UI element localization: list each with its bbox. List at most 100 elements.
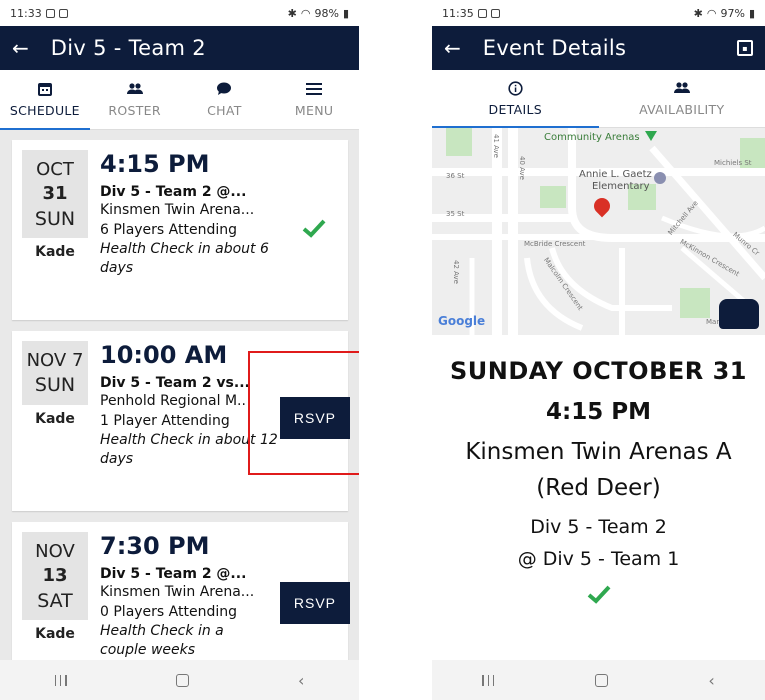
wifi-icon: ◠ (300, 6, 311, 20)
calendar-add-icon[interactable]: ▪ (737, 40, 753, 56)
map-label-school-1: Annie L. Gaetz (579, 169, 652, 180)
detail-venue: Kinsmen Twin Arenas A (Red Deer) (432, 435, 765, 506)
notification-icon (477, 8, 487, 18)
app-bar: ← Event Details ▪ (432, 26, 765, 70)
event-title: Div 5 - Team 2 @... (100, 565, 247, 582)
tab-roster-label: ROSTER (108, 103, 161, 118)
screen-title: Event Details (482, 36, 627, 60)
map-label-street: 40 Ave (517, 156, 526, 180)
event-assignee: Kade (35, 244, 75, 261)
event-month: NOV 7 (26, 350, 84, 371)
notification-icon (45, 8, 55, 18)
tab-details[interactable]: DETAILS (432, 70, 599, 128)
detail-tabs: DETAILS AVAILABILITY (432, 70, 765, 128)
event-month: NOV (35, 541, 75, 562)
map-label-street: McBride Crescent (524, 240, 586, 248)
event-month: OCT (36, 159, 74, 180)
event-card[interactable]: NOV 13 SAT Kade 7:30 PM Div 5 - Team 2 @… (12, 522, 350, 676)
map-place-marker-icon (645, 131, 657, 141)
notification-icon (58, 8, 68, 18)
event-weekday: SUN (34, 374, 76, 397)
map-label-street: 41 Ave (491, 134, 500, 158)
event-day: 13 (42, 565, 68, 587)
team-title: Div 5 - Team 2 (50, 36, 206, 60)
check-icon (587, 585, 610, 605)
map-label-street: Michiels St (714, 159, 752, 167)
attending-check-icon (302, 219, 326, 238)
tab-menu-label: MENU (294, 103, 334, 118)
directions-car-icon[interactable] (719, 299, 759, 329)
notification-icon (490, 8, 500, 18)
hamburger-menu-icon (306, 81, 323, 97)
map-label-street: 36 St (446, 172, 465, 180)
battery-icon: ▮ (342, 6, 349, 20)
battery-level: 97% (720, 6, 745, 20)
back-arrow-icon[interactable]: ← (12, 38, 29, 58)
detail-time: 4:15 PM (546, 399, 651, 425)
bluetooth-icon: ✱ (287, 6, 297, 20)
home-icon[interactable] (175, 673, 189, 687)
status-bar: 11:33 ✱ ◠ 98% ▮ (0, 0, 359, 26)
detail-home-team: Div 5 - Team 2 (530, 516, 667, 539)
battery-level: 98% (314, 6, 339, 20)
people-icon (126, 81, 144, 97)
event-health-check: Health Check in a couple weeks (100, 623, 224, 658)
people-icon (673, 80, 691, 96)
status-bar: 11:35 ✱ ◠ 97% ▮ (432, 0, 765, 26)
recent-apps-icon[interactable] (482, 674, 495, 686)
back-chevron-icon[interactable]: ‹ (298, 671, 304, 690)
home-icon[interactable] (594, 673, 608, 687)
chat-bubble-icon (216, 81, 232, 97)
app-bar: ← Div 5 - Team 2 (0, 26, 359, 70)
tab-availability[interactable]: AVAILABILITY (599, 70, 765, 127)
tab-schedule-label: SCHEDULE (9, 103, 80, 118)
event-card[interactable]: NOV 7 SUN Kade 10:00 AM Div 5 - Team 2 v… (12, 331, 350, 511)
event-assignee: Kade (35, 626, 75, 643)
wifi-icon: ◠ (706, 6, 717, 20)
event-details-screen: 11:35 ✱ ◠ 97% ▮ ← Event Details ▪ DETAIL… (432, 0, 765, 700)
event-venue: Penhold Regional M... (100, 392, 245, 409)
tab-menu[interactable]: MENU (269, 70, 359, 129)
info-icon (508, 80, 523, 96)
event-date: OCT 31 SUN Kade (22, 150, 88, 310)
tab-chat-label: CHAT (207, 103, 242, 118)
event-card[interactable]: OCT 31 SUN Kade 4:15 PM Div 5 - Team 2 @… (12, 140, 348, 320)
event-health-check: Health Check in about 6 days (100, 241, 269, 276)
bottom-tabs: SCHEDULE ROSTER CHAT MENU (0, 70, 359, 130)
map-label-street: 35 St (446, 210, 465, 218)
detail-away-team: @ Div 5 - Team 1 (517, 548, 680, 571)
event-title: Div 5 - Team 2 vs... (100, 374, 250, 391)
event-title: Div 5 - Team 2 @... (100, 183, 247, 200)
event-time: 4:15 PM (100, 150, 210, 178)
event-time: 7:30 PM (100, 532, 210, 560)
tab-chat[interactable]: CHAT (180, 70, 270, 129)
detail-date: SUNDAY OCTOBER 31 (449, 357, 747, 385)
recent-apps-icon[interactable] (54, 674, 67, 686)
schedule-screen: 11:33 ✱ ◠ 98% ▮ ← Div 5 - Team 2 SCHEDUL… (0, 0, 359, 700)
android-nav-bar: ‹ (432, 660, 765, 700)
attending-check (432, 584, 765, 605)
event-details: SUNDAY OCTOBER 31 4:15 PM Kinsmen Twin A… (432, 335, 765, 605)
event-weekday: SUN (34, 207, 76, 230)
android-nav-bar: ‹ (0, 660, 359, 700)
rsvp-button[interactable]: RSVP (279, 397, 350, 439)
schedule-list: OCT 31 SUN Kade 4:15 PM Div 5 - Team 2 @… (0, 130, 359, 676)
tab-schedule[interactable]: SCHEDULE (0, 70, 90, 130)
back-chevron-icon[interactable]: ‹ (708, 671, 714, 690)
map-label-community: Community Arenas (544, 132, 640, 143)
tab-availability-label: AVAILABILITY (639, 102, 725, 117)
bluetooth-icon: ✱ (693, 6, 703, 20)
battery-icon: ▮ (748, 6, 755, 20)
detail-venue-line1[interactable]: Kinsmen Twin Arenas A (432, 435, 765, 471)
event-date: NOV 7 SUN Kade (22, 341, 88, 501)
back-arrow-icon[interactable]: ← (444, 38, 461, 58)
event-attendance: 1 Player Attending (100, 413, 230, 430)
map-label-street: 42 Ave (451, 260, 460, 284)
status-time: 11:33 (10, 6, 42, 20)
tab-details-label: DETAILS (488, 102, 542, 117)
location-map[interactable]: Community Arenas Annie L. Gaetz Elementa… (432, 128, 765, 335)
event-venue: Kinsmen Twin Arena... (100, 583, 255, 600)
rsvp-button[interactable]: RSVP (279, 582, 350, 624)
event-health-check: Health Check in about 12 days (100, 432, 278, 467)
tab-roster[interactable]: ROSTER (90, 70, 180, 129)
